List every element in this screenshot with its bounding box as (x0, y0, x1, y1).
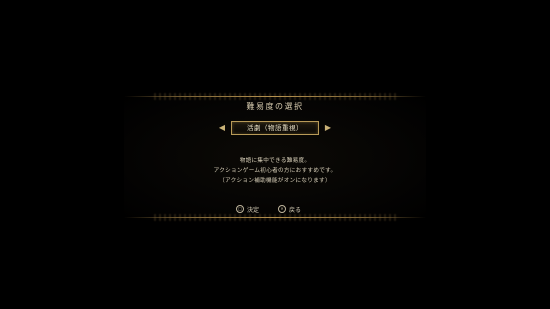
difficulty-description: 物語に集中できる難易度。 アクションゲーム初心者の方におすすめです。 （アクショ… (0, 156, 550, 186)
difficulty-selector[interactable]: ◀ 活劇（物語重視） ▶ (0, 121, 550, 135)
top-ornament-divider (124, 93, 426, 101)
arrow-right-icon[interactable]: ▶ (323, 121, 333, 135)
cross-button-icon: ✕ (278, 205, 286, 213)
description-line: 物語に集中できる難易度。 (239, 158, 311, 164)
top-divider-line (124, 96, 426, 97)
button-prompts: ◯ 決定 ✕ 戻る (0, 204, 550, 214)
confirm-label: 決定 (247, 206, 260, 214)
arrow-left-icon[interactable]: ◀ (217, 121, 227, 135)
description-line: （アクション補助機能がオンになります） (219, 178, 331, 184)
bottom-divider-line (124, 217, 426, 218)
confirm-prompt[interactable]: ◯ 決定 (236, 204, 259, 214)
difficulty-option-current[interactable]: 活劇（物語重視） (231, 121, 319, 135)
bottom-ornament-divider (124, 214, 426, 222)
back-label: 戻る (289, 206, 302, 214)
description-line: アクションゲーム初心者の方におすすめです。 (213, 168, 337, 174)
game-screen: 難易度の選択 ◀ 活劇（物語重視） ▶ 物語に集中できる難易度。 アクションゲー… (0, 0, 550, 309)
screen-title: 難易度の選択 (246, 102, 304, 111)
back-prompt[interactable]: ✕ 戻る (278, 204, 301, 214)
circle-button-icon: ◯ (236, 205, 244, 213)
